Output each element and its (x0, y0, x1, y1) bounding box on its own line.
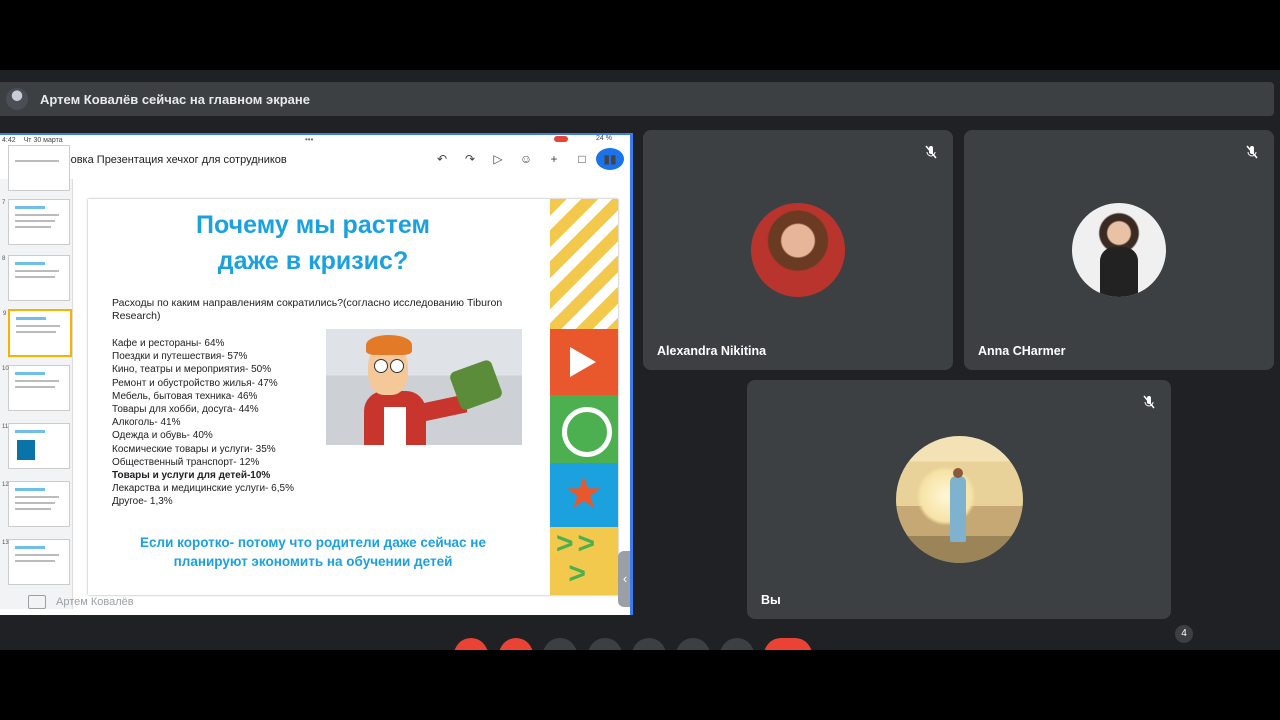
more-options-button[interactable] (720, 638, 754, 650)
self-tile[interactable]: Вы (747, 380, 1171, 619)
battery-level: 24 % (596, 135, 612, 142)
shared-screen[interactable]: 4:42 Чт 30 марта ••• 24 % ‹ Стажировка П… (0, 133, 633, 615)
slide-thumbnail[interactable]: 11 (2, 423, 70, 469)
screen-share-icon (28, 595, 46, 609)
slide-intro: Расходы по каким направлениям сократилис… (112, 297, 503, 322)
slide-decoration: ★ >> > (550, 199, 618, 595)
mic-toggle-button[interactable] (454, 638, 488, 650)
meet-stage: Артем Ковалёв сейчас на главном экране 4… (0, 70, 1280, 650)
redo-icon[interactable]: ↷ (456, 152, 484, 166)
participant-avatar (751, 203, 845, 297)
slide-thumbnail[interactable]: 12 (2, 481, 70, 527)
list-item: Поездки и путешествия- 57% (112, 351, 248, 363)
camera-toggle-button[interactable] (499, 638, 533, 650)
list-item: Товары для хобби, досуга- 44% (112, 404, 259, 416)
share-person-icon[interactable]: ☺ (512, 152, 540, 166)
document-title: Стажировка Презентация хечхог для сотруд… (32, 154, 287, 166)
mic-off-icon (925, 145, 937, 159)
participant-tile[interactable]: Anna CHarmer (964, 130, 1274, 370)
mic-off-icon (1143, 395, 1155, 409)
star-icon: ★ (564, 469, 604, 518)
end-call-button[interactable] (764, 638, 812, 650)
list-item: Одежда и обувь- 40% (112, 430, 213, 442)
collapse-panel-button[interactable]: ‹ (618, 551, 630, 607)
presenter-label: Артем Ковалёв (28, 595, 134, 609)
mic-off-icon (1246, 145, 1258, 159)
reactions-button[interactable] (676, 638, 710, 650)
slide-thumbnail[interactable]: 8 (2, 255, 70, 301)
slide-thumbnail[interactable]: 10 (2, 365, 70, 411)
spending-list: Кафе и рестораны- 64% Поездки и путешест… (112, 337, 352, 509)
captions-button[interactable] (543, 638, 577, 650)
fry-meme-image (326, 329, 522, 445)
list-item-highlight: Товары и услуги для детей-10% (112, 470, 271, 482)
slide-thumbnail[interactable]: 7 (2, 199, 70, 245)
list-item: Космические товары и услуги- 35% (112, 443, 276, 455)
presenter-avatar (6, 88, 28, 110)
list-item: Кино, театры и мероприятия- 50% (112, 364, 272, 376)
presenter-name: Артем Ковалёв (56, 596, 134, 608)
undo-icon[interactable]: ↶ (428, 152, 456, 166)
device-status-bar: 4:42 Чт 30 марта ••• 24 % (0, 135, 630, 145)
add-icon[interactable]: + (540, 152, 568, 166)
slide-thumbnail-selected[interactable]: 9 (3, 309, 72, 357)
circle-icon (562, 407, 612, 457)
slide-thumbnail-panel: 7 8 9 10 11 12 13 (0, 145, 73, 609)
slide-footer: Если коротко- потому что родители даже с… (140, 535, 486, 569)
play-icon[interactable]: ▷ (484, 152, 512, 166)
slide-thumbnail[interactable] (8, 145, 70, 191)
participant-tile[interactable]: Alexandra Nikitina (643, 130, 953, 370)
banner-text: Артем Ковалёв сейчас на главном экране (40, 91, 310, 107)
presenter-banner: Артем Ковалёв сейчас на главном экране (0, 82, 1274, 116)
meet-audio-icon[interactable]: ▮▮ (596, 148, 624, 170)
recording-indicator-icon (554, 136, 568, 142)
list-item: Мебель, бытовая техника- 46% (112, 390, 258, 402)
multitask-dots-icon: ••• (305, 135, 314, 144)
slide-canvas[interactable]: Почему мы растем даже в кризис? Расходы … (88, 199, 618, 595)
present-button[interactable] (632, 638, 666, 650)
raise-hand-button[interactable] (588, 638, 622, 650)
device-date: Чт 30 марта (23, 136, 63, 144)
comment-icon[interactable]: □ (568, 152, 596, 166)
participant-name: Alexandra Nikitina (657, 344, 767, 358)
device-time: 4:42 (2, 136, 16, 144)
play-triangle-icon (570, 347, 596, 377)
chevrons-icon: >> > (556, 527, 600, 590)
list-item: Другое- 1,3% (112, 496, 173, 508)
participant-name: Anna CHarmer (978, 344, 1066, 358)
participant-avatar (1072, 203, 1166, 297)
self-name: Вы (761, 593, 781, 607)
slides-toolbar: ‹ Стажировка Презентация хечхог для сотр… (0, 145, 630, 175)
list-item: Алкоголь- 41% (112, 417, 181, 429)
slide-title: Почему мы растем даже в кризис? (196, 211, 430, 275)
list-item: Лекарства и медицинские услуги- 6,5% (112, 483, 294, 495)
list-item: Общественный транспорт- 12% (112, 456, 260, 468)
list-item: Кафе и рестораны- 64% (112, 338, 225, 349)
self-avatar (896, 436, 1023, 563)
list-item: Ремонт и обустройство жилья- 47% (112, 377, 278, 389)
slide-thumbnail[interactable]: 13 (2, 539, 70, 585)
participant-count-badge: 4 (1175, 625, 1193, 643)
